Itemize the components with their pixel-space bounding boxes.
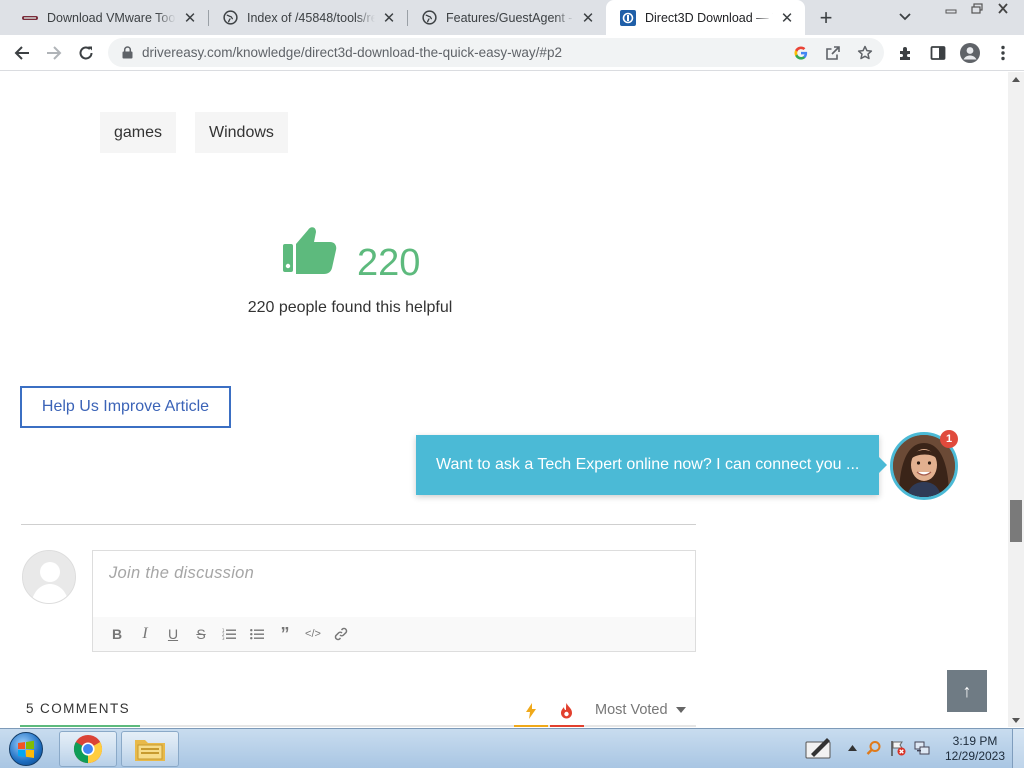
underline-icon[interactable]: U bbox=[159, 620, 187, 648]
sort-dropdown[interactable]: Most Voted bbox=[595, 702, 686, 718]
comments-count: 5 COMMENTS bbox=[26, 701, 131, 716]
tab-index-of-tools[interactable]: Index of /45848/tools/releases ✕ bbox=[208, 0, 407, 35]
google-icon[interactable] bbox=[788, 40, 814, 66]
tab-title: Index of /45848/tools/releases bbox=[247, 10, 375, 25]
lock-icon bbox=[120, 46, 134, 60]
windows-taskbar: 3:19 PM 12/29/2023 bbox=[0, 728, 1024, 768]
chrome-taskbar-button[interactable] bbox=[59, 731, 117, 767]
tab-vmware-tools[interactable]: Download VMware Tools ✕ bbox=[8, 0, 208, 35]
formatting-toolbar: B I U S 123 ” </> bbox=[93, 617, 695, 651]
bookmark-star-icon[interactable] bbox=[852, 40, 878, 66]
browser-toolbar: drivereasy.com/knowledge/direct3d-downlo… bbox=[0, 35, 1024, 71]
new-tab-button[interactable]: + bbox=[814, 5, 838, 30]
tab-title: Download VMware Tools bbox=[47, 10, 176, 25]
tab-direct3d-download[interactable]: Direct3D Download — The Quick & Easy Way… bbox=[606, 0, 805, 35]
close-icon[interactable]: ✕ bbox=[580, 10, 596, 27]
vmware-icon bbox=[22, 10, 38, 26]
avatar bbox=[22, 550, 76, 604]
globe-icon bbox=[222, 10, 238, 26]
sort-indicator bbox=[514, 725, 548, 727]
scroll-down-arrow-icon[interactable] bbox=[1008, 713, 1024, 727]
taskbar-clock[interactable]: 3:19 PM 12/29/2023 bbox=[940, 734, 1010, 764]
helpful-count: 220 bbox=[357, 242, 421, 284]
close-icon[interactable]: ✕ bbox=[182, 10, 198, 27]
tray-expand-arrow-icon[interactable] bbox=[843, 739, 861, 757]
search-tray-icon[interactable] bbox=[865, 739, 883, 757]
italic-icon[interactable]: I bbox=[131, 620, 159, 648]
page-scrollbar[interactable] bbox=[1008, 72, 1024, 727]
tab-title: Features/GuestAgent - QEMU bbox=[446, 10, 574, 25]
blockquote-icon[interactable]: ” bbox=[271, 620, 299, 648]
window-controls bbox=[938, 0, 1016, 18]
clock-time: 3:19 PM bbox=[952, 734, 998, 748]
reload-icon[interactable] bbox=[71, 38, 101, 68]
tag-games[interactable]: games bbox=[100, 112, 177, 153]
back-to-top-button[interactable]: ↑ bbox=[947, 670, 987, 712]
start-button[interactable] bbox=[3, 730, 49, 768]
close-icon[interactable]: ✕ bbox=[381, 10, 397, 27]
comment-input-placeholder[interactable]: Join the discussion bbox=[109, 564, 254, 583]
bold-icon[interactable]: B bbox=[103, 620, 131, 648]
newest-lightning-icon[interactable] bbox=[516, 698, 546, 724]
tag-windows[interactable]: Windows bbox=[195, 112, 288, 153]
explorer-taskbar-button[interactable] bbox=[121, 731, 179, 767]
scrollbar-thumb[interactable] bbox=[1010, 500, 1022, 542]
ordered-list-icon[interactable]: 123 bbox=[215, 620, 243, 648]
comment-editor[interactable]: Join the discussion B I U S 123 ” </> bbox=[92, 550, 696, 652]
page-viewport: games Windows 220 220 people found this … bbox=[0, 72, 1008, 727]
drivereasy-icon bbox=[620, 9, 636, 26]
scroll-up-arrow-icon[interactable] bbox=[1008, 72, 1024, 86]
chrome-icon bbox=[73, 734, 103, 764]
pen-tablet-icon[interactable] bbox=[804, 735, 834, 761]
unordered-list-icon[interactable] bbox=[243, 620, 271, 648]
side-panel-icon[interactable] bbox=[925, 40, 951, 66]
chat-message: Want to ask a Tech Expert online now? I … bbox=[436, 456, 860, 473]
action-center-flag-icon[interactable] bbox=[889, 739, 907, 757]
address-bar[interactable]: drivereasy.com/knowledge/direct3d-downlo… bbox=[108, 38, 884, 67]
helpful-text: 220 people found this helpful bbox=[247, 299, 453, 316]
network-icon[interactable] bbox=[913, 739, 931, 757]
tab-title: Direct3D Download — The Quick & Easy Way bbox=[645, 10, 773, 25]
svg-text:3: 3 bbox=[222, 636, 225, 640]
show-desktop-button[interactable] bbox=[1012, 729, 1024, 768]
forward-arrow-icon[interactable] bbox=[39, 38, 69, 68]
kebab-menu-icon[interactable] bbox=[990, 40, 1016, 66]
windows-logo-icon bbox=[9, 732, 43, 766]
divider bbox=[21, 524, 696, 525]
globe-icon bbox=[421, 10, 437, 26]
close-window-icon[interactable] bbox=[990, 0, 1016, 17]
tab-strip: Download VMware Tools ✕ Index of /45848/… bbox=[0, 0, 1024, 35]
tab-guestagent[interactable]: Features/GuestAgent - QEMU ✕ bbox=[407, 0, 606, 35]
sort-label: Most Voted bbox=[595, 702, 668, 718]
caret-down-icon bbox=[675, 707, 686, 713]
strikethrough-icon[interactable]: S bbox=[187, 620, 215, 648]
thumbs-up-icon[interactable] bbox=[282, 224, 338, 276]
clock-date: 12/29/2023 bbox=[944, 749, 1006, 763]
restore-icon[interactable] bbox=[964, 0, 990, 17]
folder-icon bbox=[135, 740, 165, 761]
back-arrow-icon[interactable] bbox=[7, 38, 37, 68]
minimize-icon[interactable] bbox=[938, 0, 964, 17]
hottest-flame-icon[interactable] bbox=[551, 698, 581, 724]
profile-avatar-icon[interactable] bbox=[957, 40, 983, 66]
comments-underline bbox=[20, 725, 140, 727]
link-icon[interactable] bbox=[327, 620, 355, 648]
code-icon[interactable]: </> bbox=[299, 620, 327, 648]
sort-indicator bbox=[550, 725, 584, 727]
url-text: drivereasy.com/knowledge/direct3d-downlo… bbox=[142, 45, 562, 60]
share-icon[interactable] bbox=[820, 40, 846, 66]
chevron-down-icon[interactable] bbox=[895, 7, 915, 27]
chat-prompt-bubble[interactable]: Want to ask a Tech Expert online now? I … bbox=[416, 435, 887, 495]
notification-badge: 1 bbox=[940, 430, 958, 448]
comments-header: 5 COMMENTS Most Voted bbox=[20, 692, 696, 727]
extensions-puzzle-icon[interactable] bbox=[893, 40, 919, 66]
close-icon[interactable]: ✕ bbox=[779, 10, 795, 27]
help-us-improve-button[interactable]: Help Us Improve Article bbox=[20, 386, 231, 428]
